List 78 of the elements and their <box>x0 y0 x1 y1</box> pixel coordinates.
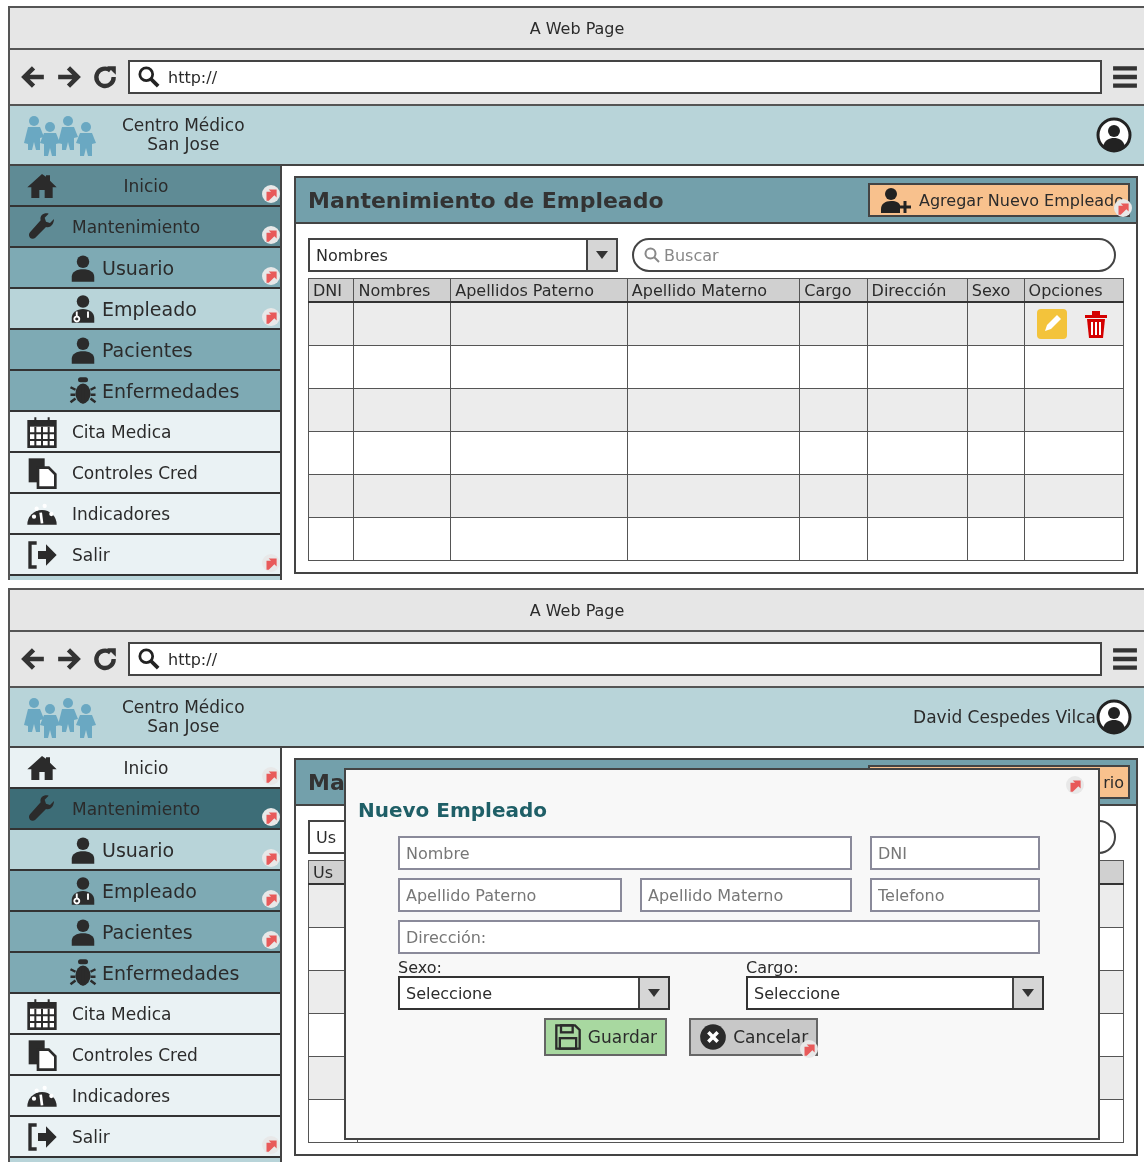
bug-icon <box>68 375 98 406</box>
sidebar-item[interactable]: Cita Medica <box>10 994 280 1035</box>
brand-name: San Jose <box>147 135 220 154</box>
reload-icon[interactable] <box>92 646 118 672</box>
search-icon <box>138 66 160 88</box>
sidebar-item[interactable]: Inicio <box>10 748 280 789</box>
user-avatar-icon[interactable] <box>1096 699 1132 735</box>
brand-name: Centro Médico <box>122 116 245 135</box>
calendar-icon <box>26 997 58 1030</box>
save-button[interactable]: Guardar <box>543 1018 668 1056</box>
column-header: Nombres <box>353 278 451 302</box>
close-icon <box>699 1023 728 1051</box>
dialog-title: Nuevo Empleado <box>358 798 549 822</box>
input-field[interactable]: Telefono <box>870 878 1040 912</box>
sidebar-item[interactable]: Pacientes <box>10 912 280 953</box>
column-header: Opciones <box>1024 278 1124 302</box>
brand-name: San Jose <box>147 717 220 736</box>
select-dropdown[interactable]: Seleccione <box>746 976 1044 1010</box>
field-label: Cargo: <box>746 960 800 976</box>
brand-name: Centro Médico <box>122 698 245 717</box>
sidebar-item[interactable]: Empleado <box>10 871 280 912</box>
column-header: DNI <box>308 278 354 302</box>
input-field[interactable]: Nombre <box>398 836 852 870</box>
user-name: David Cespedes Vilca <box>913 707 1096 727</box>
sidebar-item[interactable]: Usuario <box>10 248 280 289</box>
input-field[interactable]: Apellido Paterno <box>398 878 622 912</box>
bug-icon <box>68 957 98 988</box>
menu-icon[interactable] <box>1112 64 1138 90</box>
search-icon <box>644 247 660 263</box>
forward-arrow-icon[interactable] <box>56 646 82 672</box>
page-title: A Web Page <box>529 18 625 38</box>
search-field[interactable]: Buscar <box>632 238 1116 272</box>
sidebar-item[interactable]: Mantenimiento <box>10 207 280 248</box>
column-header: Dirección <box>867 278 968 302</box>
filter-dropdown[interactable]: Nombres <box>308 238 618 272</box>
url-field[interactable]: http:// <box>128 642 1102 676</box>
exit-icon <box>26 538 58 571</box>
sidebar-item[interactable]: Salir <box>10 535 280 576</box>
exit-icon <box>26 1120 58 1153</box>
field-label: Sexo: <box>398 960 443 976</box>
input-field[interactable]: DNI <box>870 836 1040 870</box>
caret-icon <box>648 989 660 997</box>
select-dropdown[interactable]: Seleccione <box>398 976 670 1010</box>
sidebar-item[interactable]: Salir <box>10 1117 280 1158</box>
calendar-icon <box>26 415 58 448</box>
column-header: Apellido Materno <box>627 278 800 302</box>
sidebar-item[interactable]: Cita Medica <box>10 412 280 453</box>
link-icon[interactable] <box>262 808 280 826</box>
sidebar-item[interactable]: Indicadores <box>10 1076 280 1117</box>
menu-icon[interactable] <box>1112 646 1138 672</box>
input-field[interactable]: Apellido Materno <box>640 878 852 912</box>
caret-icon <box>1022 989 1034 997</box>
sidebar-item[interactable]: Pacientes <box>10 330 280 371</box>
user-avatar-icon[interactable] <box>1096 117 1132 153</box>
caret-icon <box>596 251 608 259</box>
input-field[interactable]: Dirección: <box>398 920 1040 954</box>
documents-icon <box>26 456 58 489</box>
add-user-icon <box>880 187 912 213</box>
back-arrow-icon[interactable] <box>20 64 46 90</box>
search-icon <box>138 648 160 670</box>
panel-title: Ma <box>308 769 345 795</box>
column-header: Apellidos Paterno <box>450 278 628 302</box>
back-arrow-icon[interactable] <box>20 646 46 672</box>
sidebar-item[interactable]: Inicio <box>10 166 280 207</box>
column-header: Sexo <box>967 278 1025 302</box>
url-field[interactable]: http:// <box>128 60 1102 94</box>
forward-arrow-icon[interactable] <box>56 64 82 90</box>
sidebar-item[interactable]: Controles Cred <box>10 453 280 494</box>
sidebar-item[interactable]: Enfermedades <box>10 371 280 412</box>
panel-title: Mantenimiento de Empleado <box>308 187 664 213</box>
column-header: Cargo <box>799 278 868 302</box>
cancel-button[interactable]: Cancelar <box>689 1018 819 1056</box>
page-title: A Web Page <box>529 600 625 620</box>
sidebar-item[interactable]: Enfermedades <box>10 953 280 994</box>
sidebar-item[interactable]: Controles Cred <box>10 1035 280 1076</box>
sidebar-item[interactable]: Indicadores <box>10 494 280 535</box>
reload-icon[interactable] <box>92 64 118 90</box>
documents-icon <box>26 1038 58 1071</box>
